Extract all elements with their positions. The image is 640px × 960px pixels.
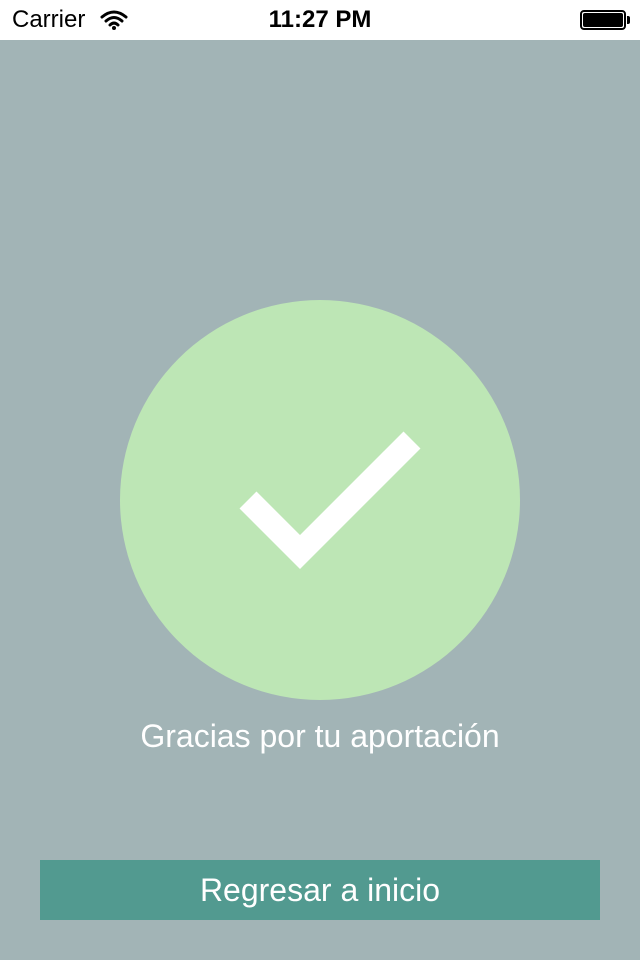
battery-icon — [580, 10, 630, 30]
status-bar: Carrier 11:27 PM — [0, 0, 640, 40]
back-to-home-button[interactable]: Regresar a inicio — [40, 860, 600, 920]
thank-you-message: Gracias por tu aportación — [140, 718, 500, 754]
checkmark-icon — [239, 431, 421, 569]
success-circle — [120, 300, 520, 700]
battery-level — [583, 13, 623, 27]
clock: 11:27 PM — [268, 6, 372, 33]
